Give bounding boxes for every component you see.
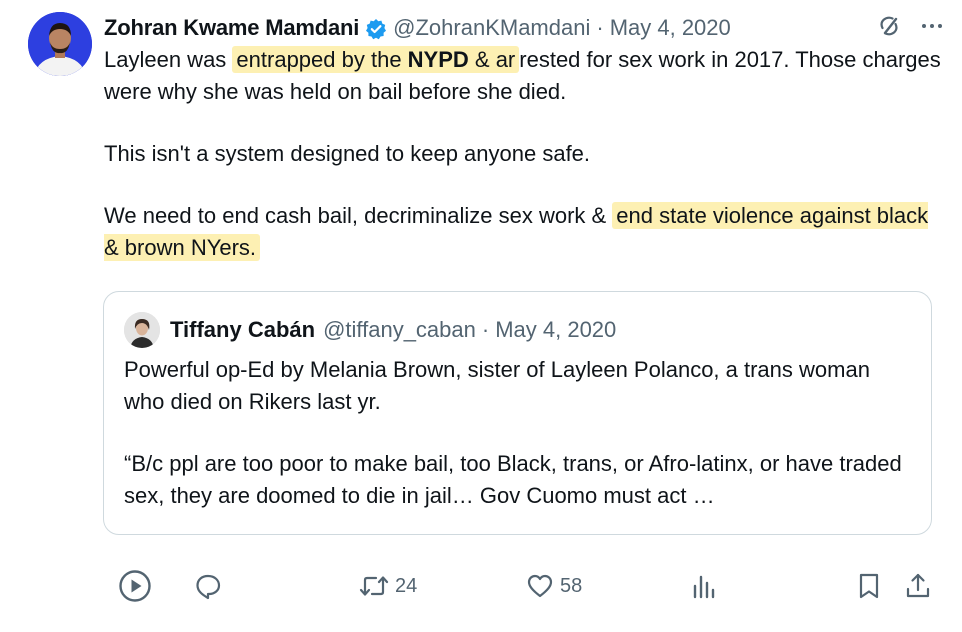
quoted-author-avatar[interactable] (124, 312, 160, 348)
tweet-paragraph-2: This isn't a system designed to keep any… (104, 141, 591, 166)
quoted-paragraph-2: “B/c ppl are too poor to make bail, too … (124, 451, 902, 508)
action-bar: 24 58 (0, 564, 962, 608)
bookmark-icon[interactable] (856, 572, 882, 600)
more-icon[interactable] (920, 14, 944, 43)
views-icon[interactable] (690, 572, 718, 600)
share-icon[interactable] (904, 572, 932, 600)
quoted-author-handle[interactable]: @tiffany_caban (323, 317, 476, 343)
quoted-tweet-header: Tiffany Cabán @tiffany_caban · May 4, 20… (124, 312, 616, 348)
retweet-count: 24 (395, 574, 418, 597)
separator-dot: · (596, 15, 604, 40)
quoted-tweet-text: Powerful op-Ed by Melania Brown, sister … (124, 354, 914, 512)
retweet-icon[interactable] (359, 572, 389, 600)
quoted-tweet[interactable]: Tiffany Cabán @tiffany_caban · May 4, 20… (103, 291, 932, 535)
reply-icon[interactable] (194, 572, 222, 600)
reply-button[interactable] (194, 570, 222, 602)
highlight-1: entrapped by the NYPD & ar (232, 46, 520, 73)
author-name[interactable]: Zohran Kwame Mamdani (104, 12, 359, 44)
author-avatar[interactable] (28, 12, 92, 76)
bookmark-button[interactable] (856, 570, 882, 602)
quoted-paragraph-1: Powerful op-Ed by Melania Brown, sister … (124, 357, 870, 414)
quoted-separator-dot: · (481, 317, 490, 342)
play-icon[interactable] (118, 569, 152, 603)
tweet-paragraph-1: Layleen was entrapped by the NYPD & ar re… (104, 46, 941, 104)
tweet-paragraph-3: We need to end cash bail, decriminalize … (104, 202, 929, 261)
header-actions (876, 12, 944, 44)
views-button[interactable] (690, 570, 718, 602)
author-handle[interactable]: @ZohranKMamdani (393, 12, 590, 44)
quoted-author-name[interactable]: Tiffany Cabán (170, 317, 315, 343)
tweet-date[interactable]: May 4, 2020 (610, 12, 731, 44)
retweet-button[interactable]: 24 (359, 570, 417, 602)
tweet-text: Layleen was entrapped by the NYPD & ar re… (104, 44, 944, 264)
like-icon[interactable] (526, 572, 554, 600)
play-button[interactable] (118, 570, 152, 602)
tweet-header: Zohran Kwame Mamdani @ZohranKMamdani · M… (104, 12, 731, 44)
share-button[interactable] (904, 570, 932, 602)
like-count: 58 (560, 574, 583, 597)
grok-icon[interactable] (876, 13, 902, 44)
verified-icon (365, 17, 387, 40)
quoted-date[interactable]: May 4, 2020 (495, 317, 616, 343)
like-button[interactable]: 58 (526, 570, 582, 602)
